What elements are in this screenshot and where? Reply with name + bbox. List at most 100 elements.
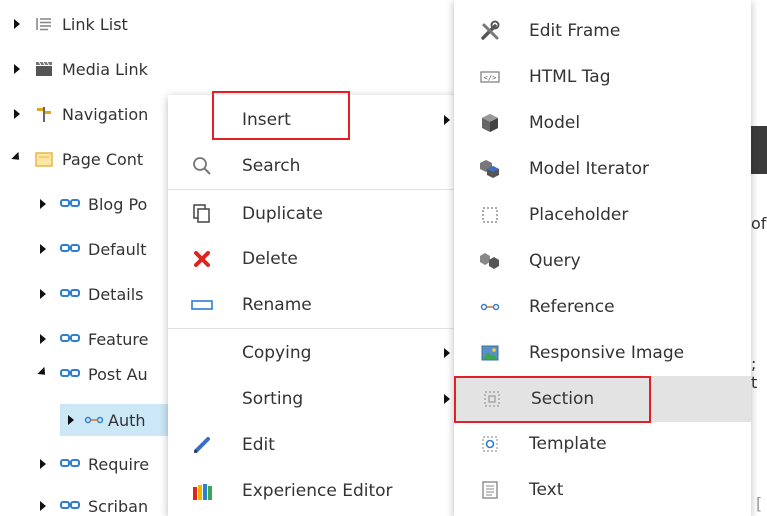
submenu-arrow-icon (444, 394, 450, 404)
submenu-item-query[interactable]: Query (454, 238, 751, 284)
submenu-item-edit-frame[interactable]: Edit Frame (454, 8, 751, 54)
folder-icon (34, 149, 54, 169)
rendering-icon (60, 239, 80, 259)
html-tag-icon: </> (478, 65, 502, 89)
navigation-icon (34, 104, 54, 124)
menu-item-label: Sorting (242, 389, 304, 409)
submenu-item-model[interactable]: Model (454, 100, 751, 146)
expand-arrow-icon[interactable] (10, 17, 24, 31)
tree-item-required[interactable]: Require (36, 448, 149, 480)
collapse-arrow-icon[interactable] (36, 366, 50, 381)
tree-item-label: Require (88, 454, 150, 474)
tree-item-label: Post Au (88, 364, 148, 384)
background-edge-text: ; t (751, 354, 758, 392)
tree-item-label: Navigation (62, 104, 149, 124)
tools-icon (478, 19, 502, 43)
menu-item-label: Edit (242, 435, 275, 455)
tree-item-label: Page Cont (62, 149, 144, 169)
submenu-item-label: Placeholder (529, 205, 629, 225)
media-icon (34, 59, 54, 79)
tree-item-media-link[interactable]: Media Link (10, 53, 148, 85)
tree-item-label: Feature (88, 329, 149, 349)
cube-icon (478, 111, 502, 135)
expand-arrow-icon[interactable] (36, 332, 50, 346)
tree-item-default[interactable]: Default (36, 233, 146, 265)
cubes-icon (478, 157, 502, 181)
menu-item-experience-editor[interactable]: Experience Editor (168, 468, 458, 514)
tree-item-link-list[interactable]: Link List (10, 8, 128, 40)
submenu-item-html-tag[interactable]: </> HTML Tag (454, 54, 751, 100)
menu-item-label: Copying (242, 343, 312, 363)
expand-arrow-icon[interactable] (10, 62, 24, 76)
menu-item-edit[interactable]: Edit (168, 422, 458, 468)
menu-item-sorting[interactable]: Sorting (168, 376, 458, 422)
svg-text:</>: </> (484, 74, 497, 82)
submenu-item-reference[interactable]: Reference (454, 284, 751, 330)
search-icon (190, 154, 214, 178)
reference-icon (84, 410, 104, 430)
expand-arrow-icon[interactable] (10, 107, 24, 121)
menu-item-label: Experience Editor (242, 481, 393, 501)
tree-item-feature[interactable]: Feature (36, 323, 148, 355)
menu-item-search[interactable]: Search (168, 143, 458, 189)
tree-item-author-selected[interactable]: Auth (60, 404, 170, 436)
expand-arrow-icon[interactable] (36, 287, 50, 301)
placeholder-icon (478, 203, 502, 227)
menu-item-copying[interactable]: Copying (168, 330, 458, 376)
tree-item-details[interactable]: Details (36, 278, 143, 310)
rendering-icon (60, 364, 80, 384)
reference-icon (478, 295, 502, 319)
expand-arrow-icon[interactable] (36, 499, 50, 513)
text-icon (478, 478, 502, 502)
menu-item-delete[interactable]: Delete (168, 236, 458, 282)
submenu-item-label: Template (529, 434, 607, 454)
tree-item-scriban[interactable]: Scriban (36, 490, 148, 516)
menu-separator (168, 189, 458, 190)
expand-arrow-icon[interactable] (36, 242, 50, 256)
highlight-box-section (454, 376, 651, 423)
submenu-item-label: Reference (529, 297, 615, 317)
submenu-item-label: Query (529, 251, 581, 271)
highlight-box-insert (212, 91, 350, 140)
menu-separator (168, 328, 458, 329)
tree-item-label: Media Link (62, 59, 148, 79)
edit-icon (190, 433, 214, 457)
list-icon (34, 14, 54, 34)
tree-item-label: Blog Po (88, 194, 148, 214)
expand-arrow-icon[interactable] (64, 413, 78, 427)
tree-item-navigation[interactable]: Navigation (10, 98, 148, 130)
query-icon (478, 249, 502, 273)
submenu-item-label: Responsive Image (529, 343, 685, 363)
tree-item-label: Auth (108, 410, 146, 430)
submenu-item-label: Text (529, 480, 564, 500)
tree-item-page-content[interactable]: Page Cont (10, 143, 143, 175)
submenu-item-label: Model (529, 113, 581, 133)
collapse-arrow-icon[interactable] (10, 151, 24, 166)
tree-item-post-author[interactable]: Post Au (36, 358, 148, 390)
menu-item-label: Duplicate (242, 204, 323, 224)
submenu-arrow-icon (444, 348, 450, 358)
delete-icon (190, 247, 214, 271)
experience-editor-icon (190, 479, 214, 503)
submenu-arrow-icon (444, 115, 450, 125)
tree-item-label: Link List (62, 14, 128, 34)
submenu-item-template[interactable]: Template (454, 421, 751, 467)
expand-arrow-icon[interactable] (36, 197, 50, 211)
duplicate-icon (190, 202, 214, 226)
context-menu: Insert Search Duplicate Delete Rename Co… (168, 91, 458, 516)
tree-item-blog-post[interactable]: Blog Po (36, 188, 147, 220)
tree-item-label: Default (88, 239, 147, 259)
rendering-icon (60, 496, 80, 516)
submenu-item-responsive-image[interactable]: Responsive Image (454, 330, 751, 376)
submenu-item-model-iterator[interactable]: Model Iterator (454, 146, 751, 192)
menu-item-label: Rename (242, 295, 312, 315)
submenu-item-text[interactable]: Text (454, 467, 751, 513)
menu-item-rename[interactable]: Rename (168, 282, 458, 328)
rendering-icon (60, 194, 80, 214)
background-edge-text: [ (756, 494, 763, 513)
expand-arrow-icon[interactable] (36, 457, 50, 471)
submenu-item-placeholder[interactable]: Placeholder (454, 192, 751, 238)
rendering-icon (60, 329, 80, 349)
menu-item-duplicate[interactable]: Duplicate (168, 191, 458, 237)
submenu-item-label: HTML Tag (529, 67, 611, 87)
